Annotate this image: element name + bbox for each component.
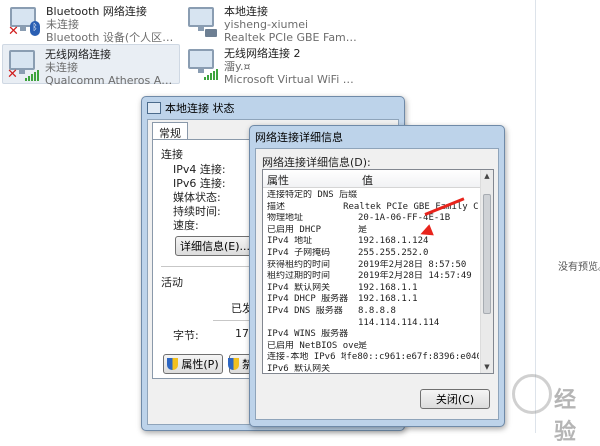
connection-name: 本地连接 [224, 5, 268, 18]
details-property: 租约过期的时间 [267, 271, 331, 282]
details-value: fe80::c961:e67f:8396:e040%17 [346, 352, 479, 363]
details-property: IPv4 DHCP 服务器 [267, 294, 349, 305]
connection-bluetooth[interactable]: ✕ ᛒ Bluetooth 网络连接 未连接 Bluetooth 设备(个人区域网… [4, 2, 176, 44]
properties-button-label: 属性(P) [181, 358, 219, 371]
bytes-label: 字节: [173, 329, 199, 342]
status-window-title: 本地连接 状态 [165, 102, 235, 115]
details-row[interactable]: 连接特定的 DNS 后缀 [263, 190, 479, 202]
connection-status: yisheng-xiumei [224, 18, 309, 31]
details-row[interactable]: IPv4 地址 192.168.1.124 [263, 236, 479, 248]
details-row[interactable]: IPv6 默认网关 [263, 363, 479, 374]
connection-wireless-2[interactable]: 无线网络连接 2 澑y.¤ Microsoft Virtual WiFi Min… [182, 44, 358, 86]
details-property: IPv4 默认网关 [267, 282, 331, 293]
network-window-icon [147, 102, 161, 114]
details-property: 连接-本地 IPv6 地址 [267, 352, 346, 363]
section-connection-label: 连接 [161, 148, 183, 161]
uac-shield-icon [228, 358, 239, 370]
details-button[interactable]: 详细信息(E)... [175, 236, 255, 256]
details-property: IPv4 地址 [267, 236, 313, 247]
details-row[interactable]: 获得租约的时间 2019年2月28日 8:57:50 [263, 260, 479, 272]
details-property: IPv4 DNS 服务器 [267, 305, 343, 316]
column-value[interactable]: 值 [358, 170, 373, 187]
details-list-header: 属性 值 [263, 170, 493, 188]
uac-shield-icon [167, 358, 179, 370]
section-activity-label: 活动 [161, 276, 183, 289]
details-row[interactable]: 已启用 NetBIOS ove...是 [263, 341, 479, 353]
details-list-label: 网络连接详细信息(D): [262, 156, 371, 169]
connection-device: Qualcomm Atheros AR956x Wi... [45, 74, 179, 87]
details-row[interactable]: 已启用 DHCP 是 [263, 225, 479, 237]
details-window-title: 网络连接详细信息 [255, 131, 343, 144]
details-row[interactable]: IPv4 DHCP 服务器 192.168.1.1 [263, 294, 479, 306]
details-row[interactable]: IPv4 默认网关 192.168.1.1 [263, 283, 479, 295]
status-window-titlebar[interactable]: 本地连接 状态 [142, 97, 404, 119]
paw-icon [512, 374, 552, 414]
watermark-logo: 经验 [512, 372, 596, 445]
details-value: 114.114.114.114 [358, 317, 440, 328]
connection-device: Realtek PCIe GBE Family Contr... [224, 31, 358, 44]
connection-name: 无线网络连接 [45, 48, 111, 61]
details-value: 255.255.252.0 [358, 247, 429, 258]
connection-status: 未连接 [46, 18, 79, 31]
column-property[interactable]: 属性 [263, 170, 358, 187]
details-value: 20-1A-06-FF-4E-1B [358, 213, 451, 224]
details-property: IPv4 WINS 服务器 [267, 329, 349, 340]
details-row[interactable]: 连接-本地 IPv6 地址fe80::c961:e67f:8396:e040%1… [263, 352, 479, 364]
connection-device: Bluetooth 设备(个人区域网) [46, 31, 176, 44]
details-value: 是 [358, 340, 368, 351]
details-value: 192.168.1.124 [358, 236, 429, 247]
connection-status: 未连接 [45, 61, 78, 74]
details-scrollbar[interactable]: ▲ ▼ [480, 170, 493, 373]
connection-name: Bluetooth 网络连接 [46, 5, 147, 18]
ethernet-icon [186, 5, 220, 39]
details-property: 获得租约的时间 [267, 259, 331, 270]
watermark-text: 经验 [554, 388, 577, 445]
details-value: Realtek PCIe GBE Family Contro [343, 201, 479, 212]
details-property: 物理地址 [267, 213, 304, 224]
details-value: 是 [358, 224, 368, 235]
pane-divider [535, 0, 536, 433]
network-details-window: 网络连接详细信息 网络连接详细信息(D): 属性 值 连接特定的 DNS 后缀描… [249, 125, 505, 427]
details-value: 192.168.1.1 [358, 294, 418, 305]
details-row[interactable]: IPv4 WINS 服务器 [263, 329, 479, 341]
connection-device: Microsoft Virtual WiFi Minipor... [224, 73, 358, 86]
wifi-signal-icon [186, 47, 220, 81]
details-row[interactable]: IPv4 DNS 服务器 8.8.8.8 [263, 306, 479, 318]
details-window-titlebar[interactable]: 网络连接详细信息 [250, 126, 504, 148]
details-value: 2019年2月28日 8:57:50 [358, 259, 467, 270]
details-property [263, 318, 358, 330]
close-button[interactable]: 关闭(C) [420, 389, 490, 409]
details-value: 2019年2月28日 14:57:49 [358, 271, 472, 282]
details-row[interactable]: 114.114.114.114 [263, 318, 479, 330]
details-row[interactable]: 物理地址 20-1A-06-FF-4E-1B [263, 213, 479, 225]
connection-status: 澑y.¤ [224, 60, 251, 73]
details-row[interactable]: 租约过期的时间 2019年2月28日 14:57:49 [263, 271, 479, 283]
properties-button[interactable]: 属性(P) [163, 354, 223, 374]
details-row[interactable]: IPv4 子网掩码 255.255.252.0 [263, 248, 479, 260]
details-property: 已启用 NetBIOS ove... [267, 340, 358, 351]
details-value: 192.168.1.1 [358, 282, 418, 293]
connection-local[interactable]: 本地连接 yisheng-xiumei Realtek PCIe GBE Fam… [182, 2, 358, 44]
no-preview-text: 没有预览。 [558, 262, 600, 273]
connection-wireless[interactable]: ✕ 无线网络连接 未连接 Qualcomm Atheros AR956x Wi.… [2, 44, 180, 87]
wifi-signal-icon: ✕ [7, 48, 41, 82]
details-property: 描述 [267, 201, 286, 212]
details-property: IPv6 默认网关 [267, 363, 331, 374]
details-property: 已启用 DHCP [267, 224, 322, 235]
connection-name: 无线网络连接 2 [224, 47, 301, 60]
bluetooth-icon: ✕ ᛒ [8, 5, 42, 39]
details-property: IPv4 子网掩码 [267, 247, 331, 258]
details-value: 8.8.8.8 [358, 305, 396, 316]
speed-label: 速度: [173, 219, 199, 232]
details-property: 连接特定的 DNS 后缀 [267, 190, 358, 200]
